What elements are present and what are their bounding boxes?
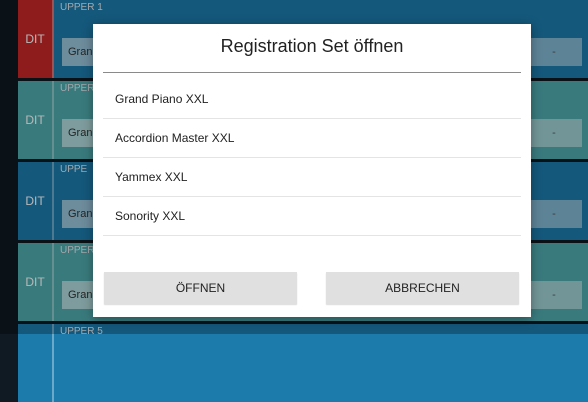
registration-set-list: Grand Piano XXL Accordion Master XXL Yam… xyxy=(103,80,521,236)
edit-button[interactable] xyxy=(18,324,54,402)
open-button[interactable]: ÖFFNEN xyxy=(104,272,297,304)
open-registration-dialog: Registration Set öffnen Grand Piano XXL … xyxy=(93,24,531,317)
list-item[interactable]: Accordion Master XXL xyxy=(103,119,521,158)
list-item[interactable]: Yammex XXL xyxy=(103,158,521,197)
divider xyxy=(103,72,521,73)
list-item[interactable]: Grand Piano XXL xyxy=(103,80,521,119)
registration-row: UPPER 5 xyxy=(18,324,588,402)
cancel-button[interactable]: ABBRECHEN xyxy=(326,272,519,304)
dialog-title: Registration Set öffnen xyxy=(220,36,404,56)
list-item[interactable]: Sonority XXL xyxy=(103,197,521,236)
